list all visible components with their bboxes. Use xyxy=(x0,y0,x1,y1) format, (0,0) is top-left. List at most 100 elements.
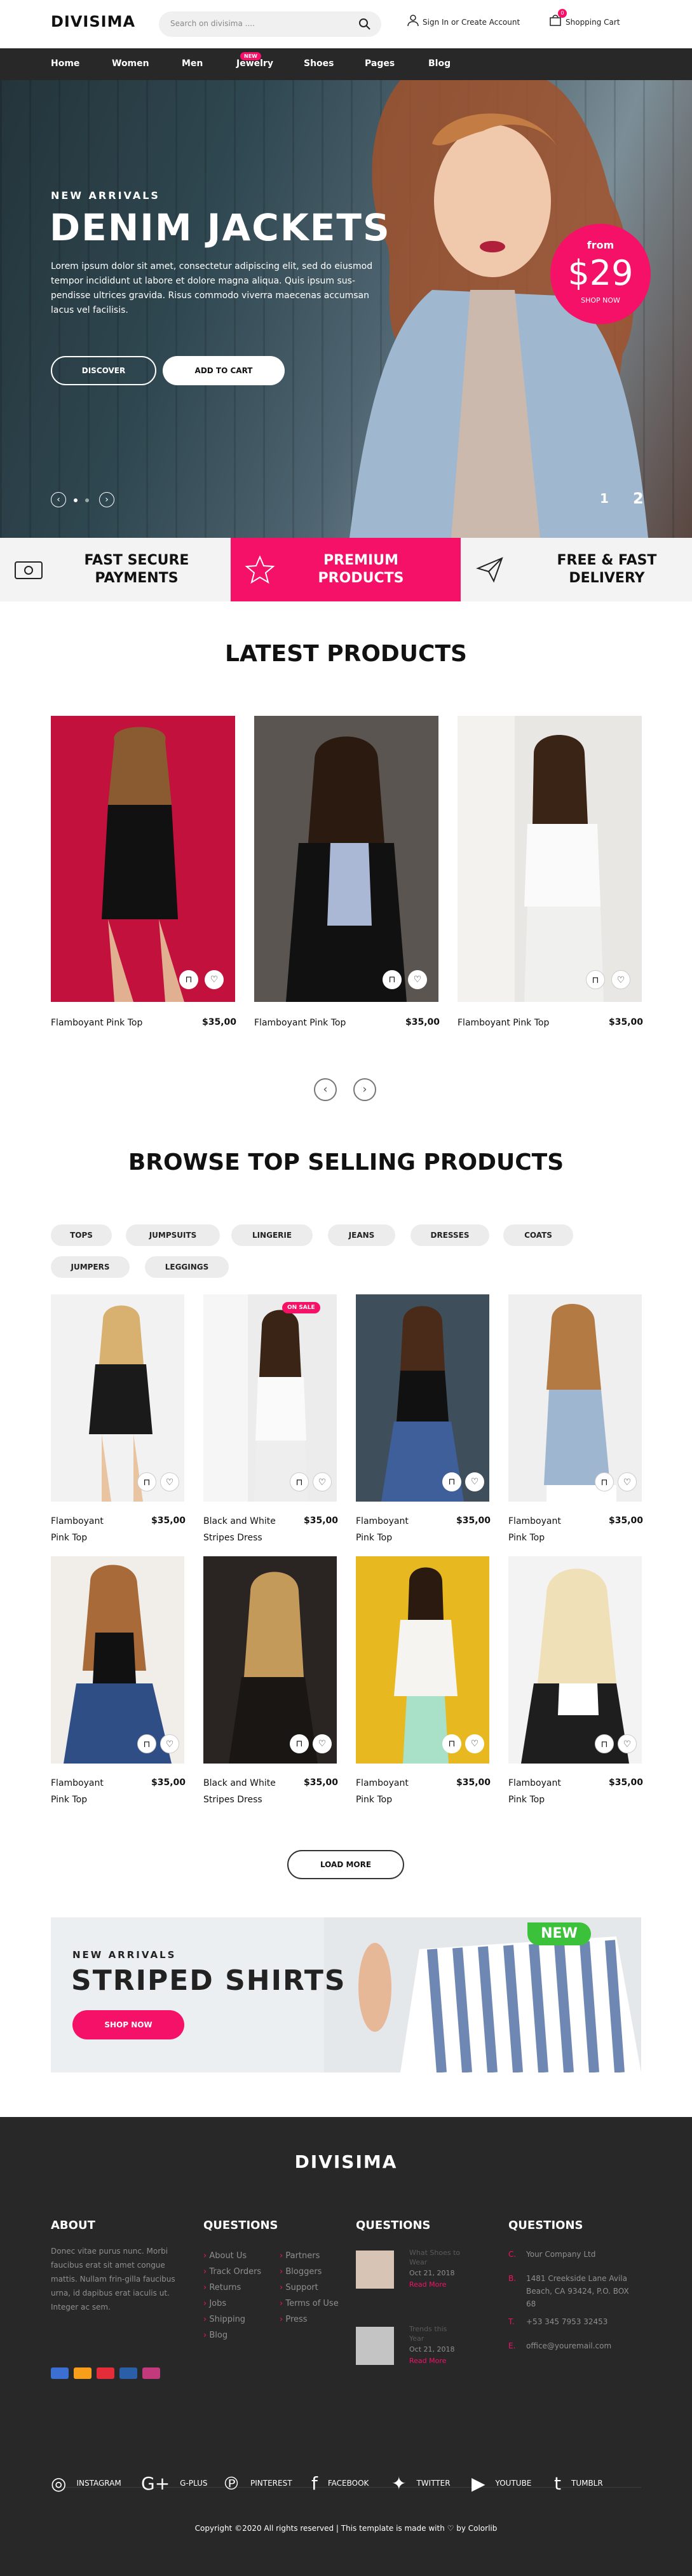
email-link[interactable]: office@youremail.com xyxy=(526,2341,611,2350)
footer-logo[interactable]: DIVISIMA xyxy=(0,2151,692,2172)
top-product-name-4[interactable]: Flamboyant Pink Top xyxy=(508,1513,561,1546)
footer-link[interactable]: › Support xyxy=(280,2280,356,2296)
signin-link[interactable]: Sign In or Create Account xyxy=(423,18,520,27)
footer-link[interactable]: › Track Orders xyxy=(203,2264,280,2280)
tag-coats[interactable]: COATS xyxy=(503,1224,573,1246)
tag-jumpers[interactable]: JUMPERS xyxy=(51,1256,130,1278)
top-product-name-6[interactable]: Black and White Stripes Dress xyxy=(203,1775,276,1808)
bag-icon[interactable]: ⊓ xyxy=(586,970,605,989)
price-badge[interactable]: from $29 SHOP NOW xyxy=(550,224,651,324)
heart-icon[interactable]: ♡ xyxy=(618,1734,637,1753)
top-product-image-4[interactable]: ⊓ ♡ xyxy=(508,1294,642,1502)
footer-link[interactable]: › Press xyxy=(280,2312,356,2327)
heart-icon[interactable]: ♡ xyxy=(465,1472,484,1491)
heart-icon[interactable]: ♡ xyxy=(611,970,630,989)
top-product-image-1[interactable]: ⊓ ♡ xyxy=(51,1294,184,1502)
heart-icon[interactable]: ♡ xyxy=(160,1472,179,1491)
top-product-image-5[interactable]: ⊓ ♡ xyxy=(51,1556,184,1764)
bag-icon[interactable]: ⊓ xyxy=(179,970,198,989)
footer-link[interactable]: › Bloggers xyxy=(280,2264,356,2280)
tag-jumpsuits[interactable]: JUMPSUITS xyxy=(126,1224,220,1246)
social-instagram[interactable]: ◎ INSTAGRAM xyxy=(51,2473,121,2494)
heart-icon[interactable]: ♡ xyxy=(160,1734,179,1753)
slide-next-icon[interactable]: › xyxy=(99,492,114,507)
carousel-prev-icon[interactable]: ‹ xyxy=(314,1078,337,1101)
top-product-name-1[interactable]: Flamboyant Pink Top xyxy=(51,1513,104,1546)
latest-product-image-3[interactable]: ⊓ ♡ xyxy=(458,716,642,1002)
nav-item-men[interactable]: Men xyxy=(182,58,203,69)
nav-item-shoes[interactable]: Shoes xyxy=(304,58,334,69)
top-product-image-8[interactable]: ⊓ ♡ xyxy=(508,1556,642,1764)
add-to-cart-button[interactable]: ADD TO CART xyxy=(163,356,285,385)
top-product-name-8[interactable]: Flamboyant Pink Top xyxy=(508,1775,561,1808)
heart-icon[interactable]: ♡ xyxy=(465,1734,484,1753)
shop-now-button[interactable]: SHOP NOW xyxy=(72,2010,184,2039)
top-product-image-7[interactable]: ⊓ ♡ xyxy=(356,1556,489,1764)
bag-icon[interactable]: ⊓ xyxy=(137,1472,156,1491)
top-product-image-3[interactable]: ⊓ ♡ xyxy=(356,1294,489,1502)
nav-item-home[interactable]: Home xyxy=(51,58,79,69)
tag-lingerie[interactable]: LINGERIE xyxy=(231,1224,313,1246)
social-youtube[interactable]: ▶ YOUTUBE xyxy=(472,2473,531,2494)
tag-leggings[interactable]: LEGGINGS xyxy=(145,1256,229,1278)
top-product-image-6[interactable]: ⊓ ♡ xyxy=(203,1556,337,1764)
nav-item-jewelry[interactable]: NEW Jewelry xyxy=(236,52,273,69)
footer-link[interactable]: › Partners xyxy=(280,2248,356,2264)
nav-item-women[interactable]: Women xyxy=(112,58,149,69)
heart-icon[interactable]: ♡ xyxy=(313,1734,332,1753)
top-product-name-3[interactable]: Flamboyant Pink Top xyxy=(356,1513,409,1546)
slide-prev-icon[interactable]: ‹ xyxy=(51,492,66,507)
tag-jeans[interactable]: JEANS xyxy=(328,1224,395,1246)
social-facebook[interactable]: f FACEBOOK xyxy=(311,2473,369,2494)
latest-product-name-3[interactable]: Flamboyant Pink Top xyxy=(458,1015,549,1031)
slide-dot-1[interactable] xyxy=(74,498,78,502)
heart-icon[interactable]: ♡ xyxy=(313,1472,332,1491)
bag-icon[interactable]: ⊓ xyxy=(383,970,402,989)
latest-product-image-1[interactable]: ⊓ ♡ xyxy=(51,716,235,1002)
footer-link[interactable]: › Terms of Use xyxy=(280,2296,356,2312)
top-product-name-7[interactable]: Flamboyant Pink Top xyxy=(356,1775,409,1808)
bag-icon[interactable]: ⊓ xyxy=(442,1734,461,1753)
footer-link[interactable]: › Blog xyxy=(203,2327,280,2343)
slide-number-1[interactable]: 1 xyxy=(600,491,609,506)
bag-icon[interactable]: ⊓ xyxy=(595,1472,614,1491)
top-product-name-2[interactable]: Black and White Stripes Dress xyxy=(203,1513,276,1546)
nav-item-pages[interactable]: Pages xyxy=(365,58,395,69)
carousel-next-icon[interactable]: › xyxy=(353,1078,376,1101)
slide-number-2[interactable]: 2 xyxy=(633,490,644,507)
social-twitter[interactable]: ✦ TWITTER xyxy=(391,2473,451,2494)
blog-post-thumb-2[interactable] xyxy=(356,2327,394,2365)
discover-button[interactable]: DISCOVER xyxy=(51,356,156,385)
bag-icon[interactable]: ⊓ xyxy=(290,1734,309,1753)
heart-icon[interactable]: ♡ xyxy=(205,970,224,989)
top-product-name-5[interactable]: Flamboyant Pink Top xyxy=(51,1775,104,1808)
load-more-button[interactable]: LOAD MORE xyxy=(287,1850,404,1879)
bag-icon[interactable]: ⊓ xyxy=(442,1472,461,1491)
search-bar[interactable]: Search on divisima .... xyxy=(159,11,381,37)
slide-dot-2[interactable] xyxy=(85,498,89,502)
heart-icon[interactable]: ♡ xyxy=(408,970,427,989)
social-tumblr[interactable]: t TUMBLR xyxy=(554,2473,603,2494)
latest-product-name-2[interactable]: Flamboyant Pink Top xyxy=(254,1015,346,1031)
shopping-cart-link[interactable]: Shopping Cart xyxy=(566,18,620,27)
blog-post-thumb-1[interactable] xyxy=(356,2251,394,2289)
social-pinterest[interactable]: ℗ PINTEREST xyxy=(222,2473,292,2494)
nav-item-blog[interactable]: Blog xyxy=(428,58,451,69)
blog-post-2[interactable]: Trends this Year Oct 21, 2018 Read More xyxy=(409,2324,455,2366)
bag-icon[interactable]: ⊓ xyxy=(595,1734,614,1753)
top-product-image-2[interactable]: ON SALE ⊓ ♡ xyxy=(203,1294,337,1502)
tag-tops[interactable]: TOPS xyxy=(51,1224,112,1246)
social-gplus[interactable]: G+ G-PLUS xyxy=(141,2473,208,2494)
latest-product-image-2[interactable]: ⊓ ♡ xyxy=(254,716,438,1002)
blog-post-1[interactable]: What Shoes to Wear Oct 21, 2018 Read Mor… xyxy=(409,2248,460,2289)
tag-dresses[interactable]: DRESSES xyxy=(410,1224,489,1246)
user-icon[interactable] xyxy=(407,14,419,27)
footer-link[interactable]: › About Us xyxy=(203,2248,280,2264)
footer-link[interactable]: › Jobs xyxy=(203,2296,280,2312)
bag-icon[interactable]: ⊓ xyxy=(137,1734,156,1753)
search-icon[interactable] xyxy=(358,18,371,31)
latest-product-name-1[interactable]: Flamboyant Pink Top xyxy=(51,1015,142,1031)
heart-icon[interactable]: ♡ xyxy=(618,1472,637,1491)
bag-icon[interactable]: ⊓ xyxy=(290,1472,309,1491)
logo[interactable]: DIVISIMA xyxy=(51,13,135,31)
